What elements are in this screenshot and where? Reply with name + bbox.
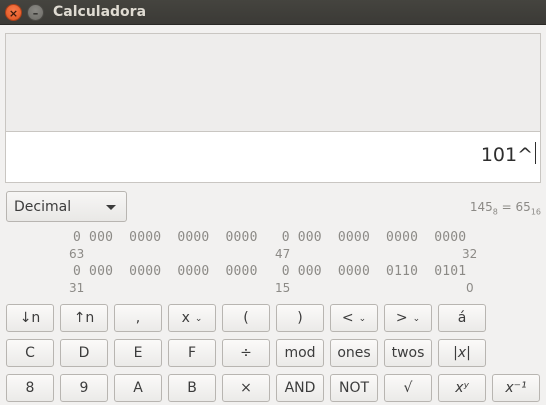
hex-e-label: E <box>133 345 143 361</box>
chevron-down-icon: ⌄ <box>194 314 203 324</box>
a-acute-button[interactable]: á <box>438 304 486 332</box>
ones-label: ones <box>337 345 371 361</box>
chevron-down-icon: ⌄ <box>412 314 421 324</box>
digit-8-label: 8 <box>25 380 35 396</box>
comma-button[interactable]: , <box>114 304 162 332</box>
hex-f-label: F <box>187 345 197 361</box>
greater-than-label: > <box>395 310 408 326</box>
power-label: xʸ <box>455 380 469 396</box>
text-cursor <box>535 142 536 164</box>
expression-text: 101^ <box>480 144 533 166</box>
conversion-equals: = <box>497 200 516 214</box>
square-root-label: √ <box>403 380 413 396</box>
greater-than-dropdown-button[interactable]: > ⌄ <box>384 304 432 332</box>
shift-down-label: ↓n <box>19 310 41 326</box>
inverse-button[interactable]: x⁻¹ <box>492 374 540 402</box>
bit-index-32: 32 <box>462 247 478 261</box>
comma-label: , <box>135 310 141 326</box>
absolute-value-button[interactable]: |x| <box>438 339 486 367</box>
bit-index-31: 31 <box>69 281 85 295</box>
bits-row-high[interactable]: 0 000 0000 0000 0000 0 000 0000 0000 000… <box>73 230 466 245</box>
bit-index-15: 15 <box>275 281 291 295</box>
less-than-dropdown-button[interactable]: < ⌄ <box>330 304 378 332</box>
multiply-label: × <box>240 380 252 396</box>
mod-label: mod <box>284 345 316 361</box>
hex-d-button[interactable]: D <box>60 339 108 367</box>
inverse-label: x⁻¹ <box>505 380 527 396</box>
hex-a-label: A <box>133 380 143 396</box>
subscript-dropdown-button[interactable]: x ⌄ <box>168 304 216 332</box>
bit-index-0: 0 <box>466 281 474 295</box>
bit-index-47: 47 <box>275 247 291 261</box>
conversion-left: 145 <box>469 200 493 214</box>
dropdown-arrow-icon <box>106 205 116 210</box>
and-button[interactable]: AND <box>276 374 324 402</box>
hex-e-button[interactable]: E <box>114 339 162 367</box>
not-button[interactable]: NOT <box>330 374 378 402</box>
not-label: NOT <box>338 380 370 396</box>
power-button[interactable]: xʸ <box>438 374 486 402</box>
window-title: Calculadora <box>53 4 147 20</box>
hex-b-label: B <box>187 380 197 396</box>
open-paren-button[interactable]: ( <box>222 304 270 332</box>
multiply-button[interactable]: × <box>222 374 270 402</box>
hex-c-button[interactable]: C <box>6 339 54 367</box>
close-paren-label: ) <box>297 310 303 326</box>
mode-dropdown[interactable]: Decimal <box>6 191 127 222</box>
chevron-down-icon: ⌄ <box>358 314 367 324</box>
shift-up-button[interactable]: ↑n <box>60 304 108 332</box>
twos-complement-button[interactable]: twos <box>384 339 432 367</box>
a-acute-label: á <box>457 310 467 326</box>
hex-c-label: C <box>25 345 35 361</box>
divide-label: ÷ <box>240 345 252 361</box>
open-paren-label: ( <box>243 310 249 326</box>
and-label: AND <box>284 380 316 396</box>
less-than-label: < <box>341 310 354 326</box>
hex-a-button[interactable]: A <box>114 374 162 402</box>
bits-row-low[interactable]: 0 000 0000 0000 0000 0 000 0000 0110 010… <box>73 264 466 279</box>
square-root-button[interactable]: √ <box>384 374 432 402</box>
history-panel <box>5 33 541 132</box>
absolute-value-label: |x| <box>453 345 471 361</box>
close-icon[interactable]: × <box>5 4 22 21</box>
shift-down-button[interactable]: ↓n <box>6 304 54 332</box>
bit-index-63: 63 <box>69 247 85 261</box>
expression-display[interactable]: 101^ <box>5 131 541 183</box>
mod-button[interactable]: mod <box>276 339 324 367</box>
title-bar: × – Calculadora <box>0 0 546 25</box>
mode-label: Decimal <box>14 199 72 215</box>
shift-up-label: ↑n <box>73 310 95 326</box>
hex-b-button[interactable]: B <box>168 374 216 402</box>
conversion-right-base: 16 <box>530 207 541 217</box>
digit-9-label: 9 <box>79 380 89 396</box>
twos-label: twos <box>391 345 425 361</box>
hex-f-button[interactable]: F <box>168 339 216 367</box>
ones-complement-button[interactable]: ones <box>330 339 378 367</box>
digit-8-button[interactable]: 8 <box>6 374 54 402</box>
subscript-label: x <box>181 310 190 326</box>
base-conversion: 1458 = 6516 <box>470 200 541 216</box>
minimize-icon[interactable]: – <box>27 4 44 21</box>
conversion-right: 65 <box>515 200 531 214</box>
hex-d-label: D <box>78 345 90 361</box>
digit-9-button[interactable]: 9 <box>60 374 108 402</box>
divide-button[interactable]: ÷ <box>222 339 270 367</box>
close-paren-button[interactable]: ) <box>276 304 324 332</box>
